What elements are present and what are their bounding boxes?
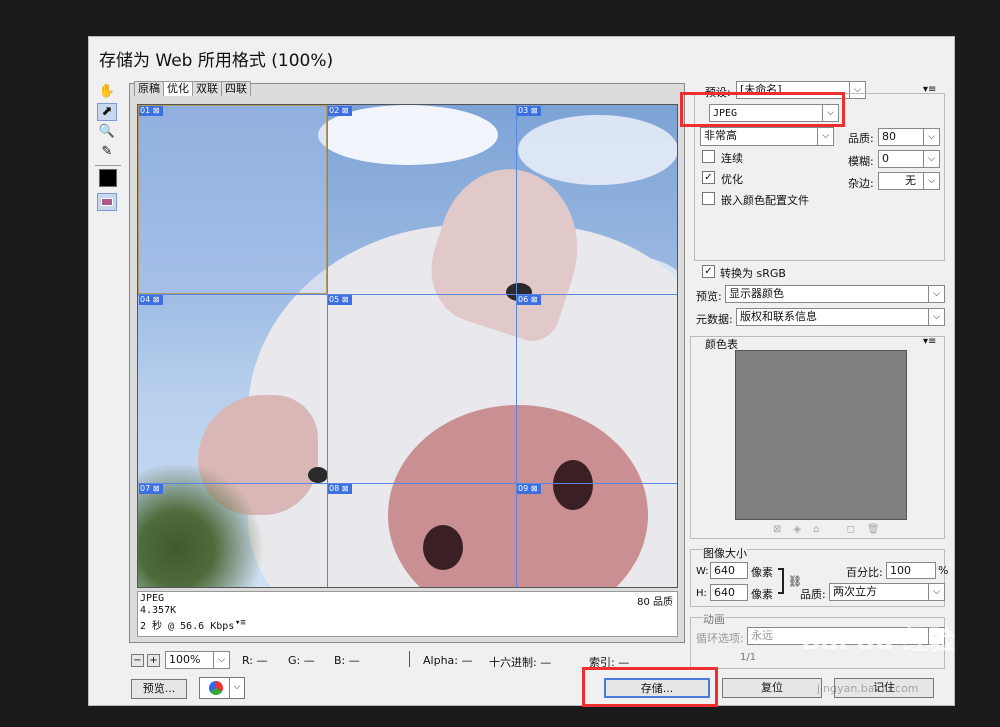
info-quality: 80 品质 <box>637 597 673 608</box>
info-download-time: 2 秒 @ 56.6 Kbps <box>140 621 235 632</box>
watermark-url: jingyan.baidu.com <box>817 682 919 695</box>
tab-optimized[interactable]: 优化 <box>163 81 193 96</box>
tab-4up[interactable]: 四联 <box>221 81 251 96</box>
optimization-info: JPEG 4.357K 2 秒 @ 56.6 Kbps ▾≡ 80 品质 <box>137 591 678 637</box>
slice-line <box>516 105 517 587</box>
slice-label-01[interactable]: 01 ⊠ <box>139 106 163 116</box>
image-size-title: 图像大小 <box>703 545 747 561</box>
color-table-swatches[interactable] <box>735 350 907 520</box>
view-tabs: 原稿 优化 双联 四联 <box>134 81 251 96</box>
color-table-action-icons[interactable]: ⊠◈⌂ ◻🗑 <box>773 524 892 535</box>
browser-icon <box>209 681 223 695</box>
zoom-select[interactable]: 100% ⌵ <box>165 651 230 669</box>
color-table-menu-icon[interactable]: ▾≡ <box>923 336 936 347</box>
optimized-label: 优化 <box>721 173 743 186</box>
frame-counter: 1/1 <box>740 652 757 663</box>
convert-srgb-checkbox[interactable]: ✓ <box>702 265 715 278</box>
image-preview[interactable]: 01 ⊠ 02 ⊠ 03 ⊠ 04 ⊠ 05 ⊠ 06 ⊠ 07 ⊠ 08 ⊠ … <box>137 104 678 588</box>
height-label: H: <box>696 588 707 599</box>
percent-label: 百分比: <box>846 566 883 579</box>
toolbox-divider <box>95 165 121 166</box>
embed-profile-label: 嵌入颜色配置文件 <box>721 194 809 207</box>
percent-sign: % <box>938 564 949 577</box>
tab-2up[interactable]: 双联 <box>192 81 222 96</box>
slice-label-04[interactable]: 04 ⊠ <box>139 295 163 305</box>
browser-select[interactable]: ⌵ <box>199 677 245 699</box>
blur-label: 模糊: <box>848 155 874 168</box>
readout-g: G: — <box>288 654 315 667</box>
slice-label-05[interactable]: 05 ⊠ <box>328 295 352 305</box>
tab-original[interactable]: 原稿 <box>134 81 164 96</box>
readout-r: R: — <box>242 654 268 667</box>
metadata-label: 元数据: <box>696 313 733 326</box>
info-format: JPEG <box>140 593 165 604</box>
pig-eye-image <box>308 467 328 483</box>
nostril-image <box>423 525 463 570</box>
preview-color-label: 预览: <box>696 290 722 303</box>
height-input[interactable]: 640 <box>710 584 748 601</box>
save-highlight-box <box>582 667 718 707</box>
slice-label-08[interactable]: 08 ⊠ <box>328 484 352 494</box>
cloud <box>518 115 677 185</box>
quality-input[interactable]: 80 ⌵ <box>878 128 940 146</box>
baidu-watermark: Bai du 经验 <box>801 626 955 656</box>
width-label: W: <box>696 566 709 577</box>
slice-line <box>138 483 677 484</box>
width-unit: 像素 <box>751 566 773 579</box>
readout-alpha: Alpha: — <box>423 654 473 667</box>
progressive-checkbox[interactable] <box>702 150 715 163</box>
slice-label-07[interactable]: 07 ⊠ <box>139 484 163 494</box>
blur-input[interactable]: 0 ⌵ <box>878 150 940 168</box>
slice-select-tool-icon[interactable]: ⬈ <box>97 103 117 121</box>
convert-srgb-label: 转换为 sRGB <box>720 267 786 280</box>
optimized-checkbox[interactable]: ✓ <box>702 171 715 184</box>
chevron-down-icon: ⌵ <box>229 678 244 698</box>
zoom-out-button[interactable]: − <box>131 654 144 667</box>
quality-label: 品质: <box>848 132 874 145</box>
slice-label-06[interactable]: 06 ⊠ <box>517 295 541 305</box>
constrain-bracket <box>778 568 784 594</box>
metadata-select[interactable]: 版权和联系信息 ⌵ <box>736 308 945 326</box>
readout-b: B: — <box>334 654 360 667</box>
hand-tool-icon[interactable]: ✋ <box>97 83 117 101</box>
quality-preset-select[interactable]: 非常高 ⌵ <box>700 127 834 146</box>
slice-label-09[interactable]: 09 ⊠ <box>517 484 541 494</box>
resample-quality-label: 品质: <box>800 588 826 601</box>
info-file-size: 4.357K <box>140 605 177 616</box>
selected-slice-highlight <box>138 105 327 294</box>
toggle-slices-icon[interactable] <box>97 193 117 211</box>
zoom-in-button[interactable]: + <box>147 654 160 667</box>
width-input[interactable]: 640 <box>710 562 748 579</box>
eyedropper-color-swatch[interactable] <box>99 169 117 187</box>
zoom-tool-icon[interactable]: 🔍 <box>97 123 117 141</box>
preview-color-select[interactable]: 显示器颜色 ⌵ <box>725 285 945 303</box>
eyedropper-tool-icon[interactable]: ✎ <box>97 143 117 161</box>
slice-label-03[interactable]: 03 ⊠ <box>517 106 541 116</box>
reset-button[interactable]: 复位 <box>722 678 822 698</box>
dialog-title: 存储为 Web 所用格式 (100%) <box>99 51 334 71</box>
percent-input[interactable]: 100 <box>886 562 936 579</box>
embed-profile-checkbox[interactable] <box>702 192 715 205</box>
save-for-web-dialog: 存储为 Web 所用格式 (100%) ✋ ⬈ 🔍 ✎ 原稿 优化 双联 四联 01 … <box>88 36 955 707</box>
format-highlight-box <box>680 92 845 127</box>
loop-label: 循环选项: <box>696 632 744 645</box>
slice-line <box>138 294 677 295</box>
animation-title: 动画 <box>703 611 725 627</box>
status-divider <box>409 651 410 667</box>
readout-hex: 十六进制: — <box>489 656 552 669</box>
resample-quality-select[interactable]: 两次立方 ⌵ <box>829 583 945 601</box>
matte-label: 杂边: <box>848 177 874 190</box>
progressive-label: 连续 <box>721 152 743 165</box>
info-menu-icon[interactable]: ▾≡ <box>235 618 246 628</box>
color-table-title: 颜色表 <box>705 338 738 351</box>
height-unit: 像素 <box>751 588 773 601</box>
nostril-image <box>553 460 593 510</box>
matte-select[interactable]: 无 ⌵ <box>878 172 940 190</box>
preview-button[interactable]: 预览... <box>131 679 187 699</box>
slice-line <box>327 105 328 587</box>
slice-label-02[interactable]: 02 ⊠ <box>328 106 352 116</box>
